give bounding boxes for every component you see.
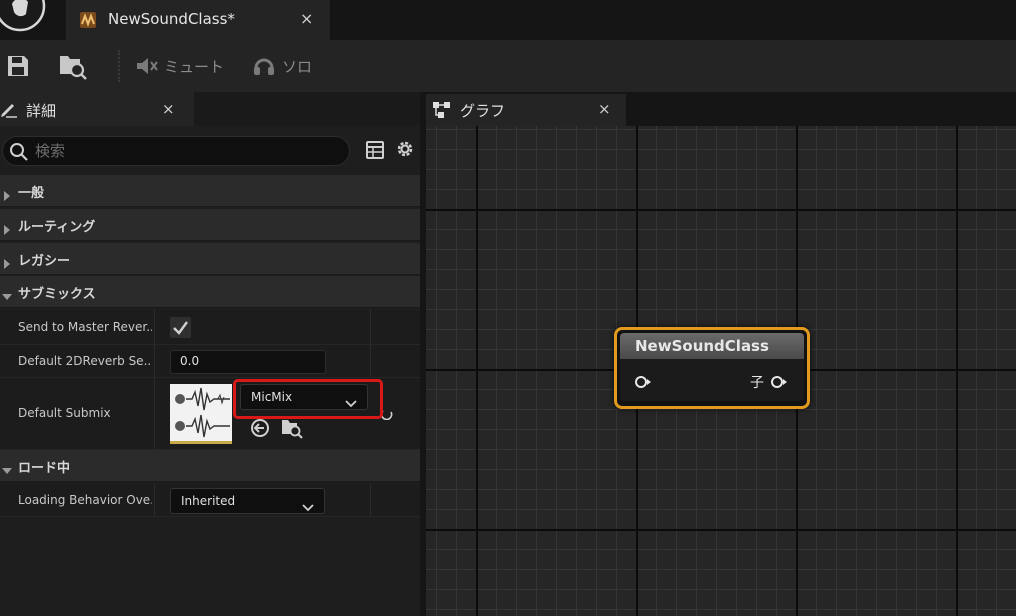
solo-label: ソロ (282, 57, 313, 76)
details-tab[interactable]: 詳細 × (0, 92, 194, 126)
browse-asset-button[interactable] (58, 52, 88, 80)
sound-class-icon (78, 10, 98, 30)
gear-icon[interactable] (395, 139, 415, 163)
use-selected-asset-icon[interactable] (250, 418, 270, 442)
property-default-2d-reverb-send: Default 2DReverb Se... 0.0 (0, 345, 420, 378)
save-button[interactable] (6, 52, 30, 80)
node-body: 子 (620, 359, 804, 401)
category-label: レガシー (18, 254, 71, 269)
highlight-annotation (233, 379, 383, 419)
toolbar: ミュート ソロ (0, 40, 1016, 92)
chevron-right-icon (2, 220, 12, 239)
checkmark-icon (173, 321, 188, 335)
category-label: サブミックス (18, 287, 96, 302)
chevron-right-icon (2, 254, 12, 273)
column-divider (154, 310, 155, 344)
solo-icon (254, 58, 274, 75)
chevron-down-icon (302, 497, 314, 516)
graph-icon (432, 101, 452, 123)
chevron-right-icon (2, 186, 12, 205)
chevron-down-icon (2, 287, 12, 306)
toolbar-separator (118, 50, 120, 82)
node-title: NewSoundClass (635, 337, 769, 355)
browse-in-content-browser-icon[interactable] (280, 417, 304, 443)
document-tab[interactable]: NewSoundClass* × (66, 0, 330, 40)
browse-asset-icon (60, 56, 87, 80)
details-tab-close-button[interactable]: × (162, 100, 175, 118)
field-value: 0.0 (180, 354, 200, 368)
details-search-row (0, 133, 420, 169)
category-loading[interactable]: ロード中 (0, 450, 420, 482)
category-routing[interactable]: ルーティング (0, 209, 420, 241)
category-submix[interactable]: サブミックス (0, 276, 420, 308)
search-input[interactable] (35, 140, 335, 162)
column-divider (154, 484, 155, 516)
property-label: Default Submix (18, 406, 111, 420)
column-divider (370, 310, 371, 344)
parent-input-pin[interactable] (634, 374, 652, 393)
details-tab-label: 詳細 (26, 102, 57, 120)
mute-label: ミュート (164, 57, 225, 76)
column-divider (154, 378, 155, 449)
property-loading-behavior-override: Loading Behavior Ove... Inherited (0, 484, 420, 517)
column-divider (154, 345, 155, 377)
document-tab-title: NewSoundClass* (108, 10, 235, 28)
category-label: 一般 (18, 186, 45, 201)
graph-tab-close-button[interactable]: × (598, 100, 611, 118)
category-label: ロード中 (18, 461, 71, 476)
dropdown-value: Inherited (181, 494, 236, 508)
save-icon (8, 56, 28, 76)
document-tab-close-button[interactable]: × (300, 9, 313, 28)
graph-tab-label: グラフ (460, 102, 506, 120)
category-general[interactable]: 一般 (0, 175, 420, 207)
loading-behavior-dropdown[interactable]: Inherited (170, 488, 325, 514)
search-icon (9, 142, 29, 166)
unreal-logo-icon[interactable] (0, 0, 52, 40)
pencil-icon (0, 100, 18, 122)
submix-waveform-icon (175, 387, 230, 438)
sound-class-node[interactable]: NewSoundClass 子 (614, 327, 810, 409)
property-label: Loading Behavior Ove... (18, 493, 152, 507)
node-header: NewSoundClass (620, 333, 804, 359)
property-send-to-master-reverb: Send to Master Rever... (0, 310, 420, 345)
category-label: ルーティング (18, 220, 96, 235)
property-label: Send to Master Rever... (18, 320, 152, 334)
send-to-master-reverb-checkbox[interactable] (170, 317, 191, 338)
column-divider (370, 484, 371, 516)
chevron-down-icon (2, 461, 12, 480)
tab-bar: NewSoundClass* × (0, 0, 1016, 40)
solo-button[interactable]: ソロ (252, 52, 312, 80)
default-2d-reverb-send-field[interactable]: 0.0 (170, 350, 326, 374)
mute-icon (137, 58, 158, 74)
search-box[interactable] (2, 136, 350, 166)
category-legacy[interactable]: レガシー (0, 243, 420, 275)
child-pin-label: 子 (750, 375, 764, 391)
submix-thumbnail[interactable] (170, 384, 232, 444)
child-output-pin[interactable] (770, 374, 788, 393)
property-label: Default 2DReverb Se... (18, 354, 152, 368)
graph-tab[interactable]: グラフ × (426, 94, 626, 126)
column-divider (370, 345, 371, 377)
table-view-icon[interactable] (366, 141, 384, 163)
mute-button[interactable]: ミュート (134, 52, 224, 80)
